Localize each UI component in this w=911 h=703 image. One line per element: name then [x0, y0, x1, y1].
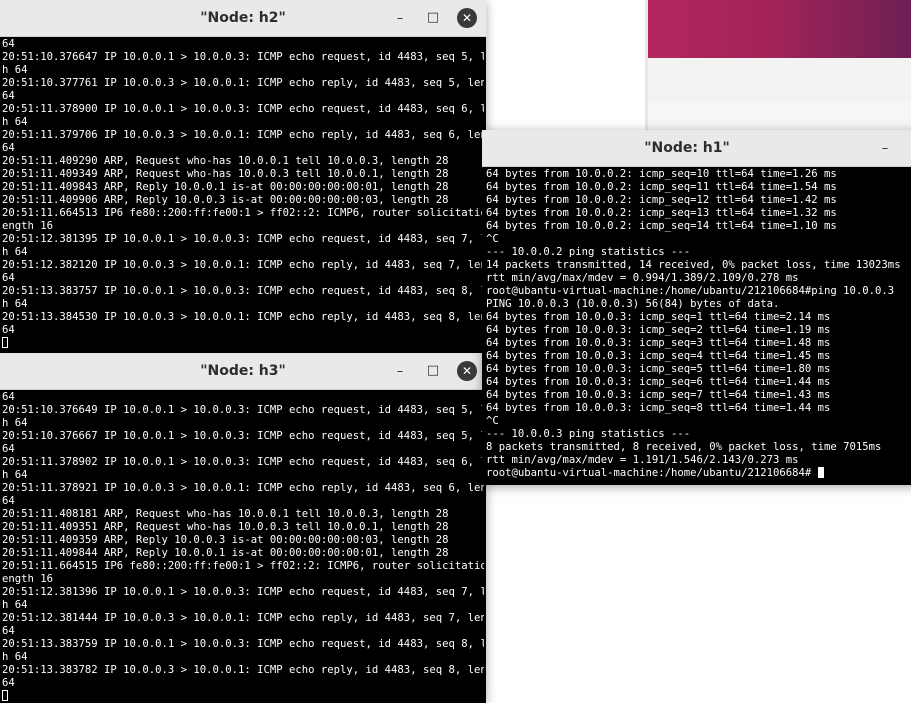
titlebar-h3[interactable]: "Node: h3" – □ ✕	[0, 353, 486, 390]
titlebar-h2[interactable]: "Node: h2" – □ ✕	[0, 0, 486, 37]
terminal-line: h 64	[2, 469, 28, 481]
window-title-h3: "Node: h3"	[200, 363, 286, 379]
terminal-line: 20:51:13.383782 IP 10.0.0.3 > 10.0.0.1: …	[2, 664, 484, 676]
terminal-line: 20:51:11.409359 ARP, Reply 10.0.0.3 is-a…	[2, 534, 449, 546]
background-window-toolbar	[648, 58, 911, 103]
terminal-line: rtt min/avg/max/mdev = 0.994/1.389/2.109…	[486, 272, 799, 284]
terminal-window-h2[interactable]: "Node: h2" – □ ✕ 64 20:51:10.376647 IP 10…	[0, 0, 486, 353]
terminal-line: h 64	[2, 417, 28, 429]
terminal-line: 20:51:13.384530 IP 10.0.0.3 > 10.0.0.1: …	[2, 311, 484, 323]
terminal-line: 20:51:12.381396 IP 10.0.0.1 > 10.0.0.3: …	[2, 586, 484, 598]
terminal-line: h 64	[2, 298, 28, 310]
terminal-prompt-line[interactable]: root@ubantu-virtual-machine:/home/ubantu…	[486, 467, 911, 480]
terminal-prompt-line[interactable]	[2, 337, 484, 350]
terminal-line: 20:51:11.408181 ARP, Request who-has 10.…	[2, 508, 449, 520]
terminal-line: 20:51:11.409351 ARP, Request who-has 10.…	[2, 521, 449, 533]
terminal-line: PING 10.0.0.3 (10.0.0.3) 56(84) bytes of…	[486, 298, 780, 310]
terminal-line: 20:51:11.379706 IP 10.0.0.3 > 10.0.0.1: …	[2, 129, 484, 141]
terminal-line: --- 10.0.0.2 ping statistics ---	[486, 246, 691, 258]
terminal-cursor	[2, 337, 8, 348]
terminal-line: 20:51:11.409906 ARP, Reply 10.0.0.3 is-a…	[2, 194, 449, 206]
terminal-line: 64 bytes from 10.0.0.2: icmp_seq=14 ttl=…	[486, 220, 837, 232]
terminal-window-h3[interactable]: "Node: h3" – □ ✕ 64 20:51:10.376649 IP 10…	[0, 353, 486, 703]
terminal-line: 64 bytes from 10.0.0.3: icmp_seq=1 ttl=6…	[486, 311, 831, 323]
terminal-line: 64	[2, 90, 15, 102]
terminal-line: 20:51:13.383759 IP 10.0.0.1 > 10.0.0.3: …	[2, 638, 484, 650]
maximize-icon[interactable]: □	[423, 8, 443, 28]
terminal-line: ength 16	[2, 220, 54, 232]
terminal-line: 20:51:10.376647 IP 10.0.0.1 > 10.0.0.3: …	[2, 51, 484, 63]
terminal-cursor	[817, 467, 824, 478]
terminal-output-h3[interactable]: 64 20:51:10.376649 IP 10.0.0.1 > 10.0.0.3…	[2, 391, 484, 703]
terminal-line: 20:51:12.382120 IP 10.0.0.3 > 10.0.0.1: …	[2, 259, 484, 271]
terminal-line: 64	[2, 677, 15, 689]
window-title-h2: "Node: h2"	[200, 10, 286, 26]
minimize-icon[interactable]: –	[875, 139, 895, 159]
close-icon[interactable]: ✕	[457, 8, 477, 28]
terminal-line: 64	[2, 391, 15, 403]
desktop-wallpaper	[648, 0, 911, 58]
terminal-line: 64 bytes from 10.0.0.3: icmp_seq=6 ttl=6…	[486, 376, 831, 388]
terminal-line: 64 bytes from 10.0.0.3: icmp_seq=8 ttl=6…	[486, 402, 831, 414]
terminal-line: ^C	[486, 415, 499, 427]
window-title-h1: "Node: h1"	[644, 140, 730, 156]
terminal-line: 8 packets transmitted, 8 received, 0% pa…	[486, 441, 882, 453]
terminal-line: h 64	[2, 116, 28, 128]
terminal-line: --- 10.0.0.3 ping statistics ---	[486, 428, 691, 440]
terminal-line: 20:51:10.376649 IP 10.0.0.1 > 10.0.0.3: …	[2, 404, 484, 416]
background-window-panel	[648, 102, 911, 130]
minimize-icon[interactable]: –	[390, 9, 410, 29]
terminal-line: 64	[2, 142, 15, 154]
terminal-line: 64	[2, 38, 15, 50]
terminal-output-h1[interactable]: 64 bytes from 10.0.0.2: icmp_seq=10 ttl=…	[486, 168, 911, 485]
terminal-line: 20:51:11.378900 IP 10.0.0.1 > 10.0.0.3: …	[2, 103, 484, 115]
terminal-line: 20:51:13.383757 IP 10.0.0.1 > 10.0.0.3: …	[2, 285, 484, 297]
titlebar-h1[interactable]: "Node: h1" –	[482, 130, 911, 167]
maximize-icon[interactable]: □	[423, 361, 443, 381]
terminal-line: 20:51:11.409843 ARP, Reply 10.0.0.1 is-a…	[2, 181, 449, 193]
terminal-line: 64 bytes from 10.0.0.3: icmp_seq=5 ttl=6…	[486, 363, 831, 375]
terminal-line: root@ubantu-virtual-machine:/home/ubantu…	[486, 285, 895, 297]
terminal-line: 64 bytes from 10.0.0.2: icmp_seq=10 ttl=…	[486, 168, 837, 180]
terminal-line: 64 bytes from 10.0.0.3: icmp_seq=7 ttl=6…	[486, 389, 831, 401]
terminal-line: 64 bytes from 10.0.0.2: icmp_seq=11 ttl=…	[486, 181, 837, 193]
terminal-line: 20:51:11.409290 ARP, Request who-has 10.…	[2, 155, 449, 167]
terminal-line: h 64	[2, 599, 28, 611]
terminal-prompt-line[interactable]	[2, 690, 484, 703]
terminal-line: 20:51:11.664513 IP6 fe80::200:ff:fe00:1 …	[2, 207, 484, 219]
terminal-line: 64	[2, 443, 15, 455]
terminal-line: 20:51:10.376667 IP 10.0.0.1 > 10.0.0.3: …	[2, 430, 484, 442]
shell-prompt: root@ubantu-virtual-machine:/home/ubantu…	[486, 467, 818, 479]
terminal-line: ength 16	[2, 573, 54, 585]
terminal-line: h 64	[2, 64, 28, 76]
terminal-line: 20:51:12.381395 IP 10.0.0.1 > 10.0.0.3: …	[2, 233, 484, 245]
terminal-line: 64 bytes from 10.0.0.3: icmp_seq=3 ttl=6…	[486, 337, 831, 349]
terminal-line: 64	[2, 495, 15, 507]
terminal-line: 14 packets transmitted, 14 received, 0% …	[486, 259, 901, 271]
terminal-line: h 64	[2, 651, 28, 663]
terminal-line: 20:51:11.378921 IP 10.0.0.3 > 10.0.0.1: …	[2, 482, 484, 494]
terminal-line: 20:51:12.381444 IP 10.0.0.3 > 10.0.0.1: …	[2, 612, 484, 624]
terminal-line: 64 bytes from 10.0.0.3: icmp_seq=2 ttl=6…	[486, 324, 831, 336]
terminal-cursor	[2, 690, 8, 701]
terminal-line: 64	[2, 324, 15, 336]
close-icon[interactable]: ✕	[457, 361, 477, 381]
terminal-line: ^C	[486, 233, 499, 245]
terminal-line: 64	[2, 625, 15, 637]
terminal-line: 64	[2, 272, 15, 284]
terminal-line: 64 bytes from 10.0.0.2: icmp_seq=13 ttl=…	[486, 207, 837, 219]
terminal-line: 20:51:11.409844 ARP, Reply 10.0.0.1 is-a…	[2, 547, 449, 559]
minimize-icon[interactable]: –	[390, 362, 410, 382]
terminal-line: 20:51:11.409349 ARP, Request who-has 10.…	[2, 168, 449, 180]
terminal-line: 20:51:11.664515 IP6 fe80::200:ff:fe00:1 …	[2, 560, 484, 572]
terminal-output-h2[interactable]: 64 20:51:10.376647 IP 10.0.0.1 > 10.0.0.3…	[2, 38, 484, 353]
terminal-line: 20:51:11.378902 IP 10.0.0.1 > 10.0.0.3: …	[2, 456, 484, 468]
terminal-line: 64 bytes from 10.0.0.3: icmp_seq=4 ttl=6…	[486, 350, 831, 362]
terminal-line: rtt min/avg/max/mdev = 1.191/1.546/2.143…	[486, 454, 799, 466]
terminal-window-h1[interactable]: "Node: h1" – 64 bytes from 10.0.0.2: icm…	[482, 130, 911, 485]
terminal-line: 64 bytes from 10.0.0.2: icmp_seq=12 ttl=…	[486, 194, 837, 206]
background-window-edge	[645, 0, 648, 130]
terminal-line: 20:51:10.377761 IP 10.0.0.3 > 10.0.0.1: …	[2, 77, 484, 89]
terminal-line: h 64	[2, 246, 28, 258]
